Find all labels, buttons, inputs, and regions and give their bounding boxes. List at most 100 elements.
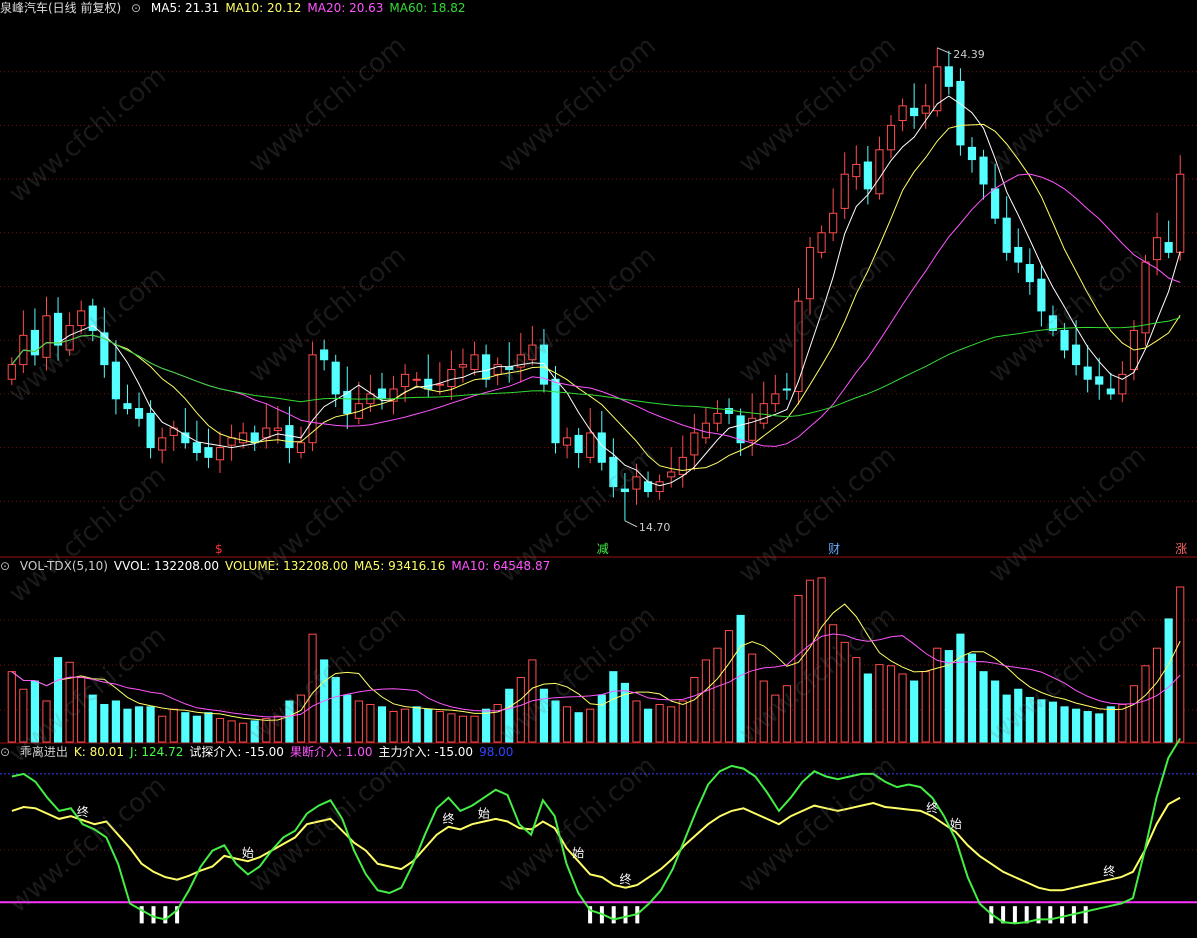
candle-body [1037,278,1046,312]
main-legend-1: MA10: 20.12 [225,1,302,15]
indicator-legend-6: 98.00 [479,745,514,759]
signal-label-2: 始 [478,807,490,821]
candle-body [401,373,410,388]
volume-bar [111,700,120,743]
volume-bar [944,650,953,743]
candle-body [1095,376,1104,385]
volume-bar [632,700,641,743]
event-marker-1: 减 [597,542,609,556]
chart-canvas: 24.3914.70$ 减财涨始终 始终始终始终终 [0,47,1197,925]
stock-chart-stage: 24.39 14.70 $ 减财涨始终始终始终始终终 泉峰汽车(日线 前复权) ⊙ M… [0,0,1197,934]
candle-body [1176,173,1185,253]
candle-body [123,403,132,410]
candle-body [320,349,329,361]
volume-bar [204,712,213,743]
volume-legend-2: VOLUME: 132208.00 [225,559,349,573]
signal-label-7: 终 [926,800,938,815]
volume-bar [1141,665,1150,743]
indicator-settings-icon[interactable]: ⊙ [0,745,10,759]
indicator-legend-2: J: 124.72 [130,745,184,759]
candle-body [134,408,144,419]
volume-bar [123,708,132,743]
candle-body [1060,329,1069,351]
volume-bar [852,657,861,743]
volume-bar [597,694,606,743]
main-legend-3: MA60: 18.82 [389,1,466,15]
candle-body [493,364,502,375]
volume-bar [1164,618,1173,743]
volume-bar [42,700,51,743]
candle-body [678,456,687,475]
entry-signal-bar [611,906,616,924]
candle-body [620,488,630,493]
volume-bar [956,633,965,743]
volume-bar [1037,699,1046,743]
event-marker-2: 财 [828,542,840,556]
volume-bar [921,671,930,743]
candle-body [250,432,259,444]
candle-body [262,427,271,439]
security-title[interactable]: 泉峰汽车(日线 前复权) [0,1,121,15]
volume-settings-icon[interactable]: ⊙ [0,559,10,573]
ma5-line [11,95,1181,487]
candle-body [609,456,618,488]
volume-bar [551,700,560,743]
volume-bar [1014,688,1023,743]
volume-bar [1025,696,1034,743]
volume-bar [701,659,710,743]
high-price-label: 24.39 [953,48,985,61]
indicator-panel-legend: ⊙ 乖离进出 K: 80.01 J: 124.72 试探介入: -15.00 果断介入:… [0,744,519,760]
settings-icon[interactable]: ⊙ [131,1,141,15]
entry-signal-bar [163,906,168,924]
volume-bar [181,712,190,743]
signal-label-8: 终 [1103,864,1115,879]
volume-bar [65,661,74,743]
volume-bar [77,677,86,743]
volume-bar [88,694,97,743]
candle-body [1014,246,1023,263]
volume-bar [447,713,456,743]
candle-body [7,364,16,380]
volume-bar [1002,694,1011,743]
candle-body [215,447,225,461]
candle-body [759,403,768,424]
volume-bar [53,657,63,743]
volume-bar [724,630,734,743]
volume-legend-0: VOL-TDX(5,10) [19,559,108,573]
volume-bar [1106,706,1115,743]
volume-bar [782,685,791,743]
volume-bar [158,715,167,743]
candle-body [586,432,595,458]
volume-bar [817,577,826,743]
candle-body [805,246,815,300]
volume-bar [713,647,722,743]
candle-body [227,437,236,446]
volume-bar [169,708,178,743]
candle-body [192,442,201,453]
candle-body [643,481,653,493]
candle-body [65,325,74,351]
candle-body [967,146,977,161]
candle-body [655,481,664,493]
candle-body [852,163,861,178]
volume-bar [655,703,664,743]
candle-body [551,378,560,444]
candle-body [528,344,537,361]
volume-bar [771,694,780,743]
candle-body [794,300,803,392]
volume-bar [933,647,942,743]
candle-body [447,368,456,388]
event-marker-3: 涨 [1175,541,1187,556]
volume-bar [667,706,676,743]
volume-legend-3: MA5: 93416.16 [354,559,446,573]
volume-bar [331,677,340,743]
indicator-legend-5: 主力介入: -15.00 [378,745,474,759]
volume-bar [539,688,549,743]
candle-body [898,105,907,122]
entry-signal-bar [1083,906,1088,924]
low-price-label: 14.70 [639,521,671,534]
volume-bar [979,671,988,743]
volume-bar [678,700,687,743]
candle-body [1048,315,1058,331]
signal-label-0: 始 [242,846,254,860]
